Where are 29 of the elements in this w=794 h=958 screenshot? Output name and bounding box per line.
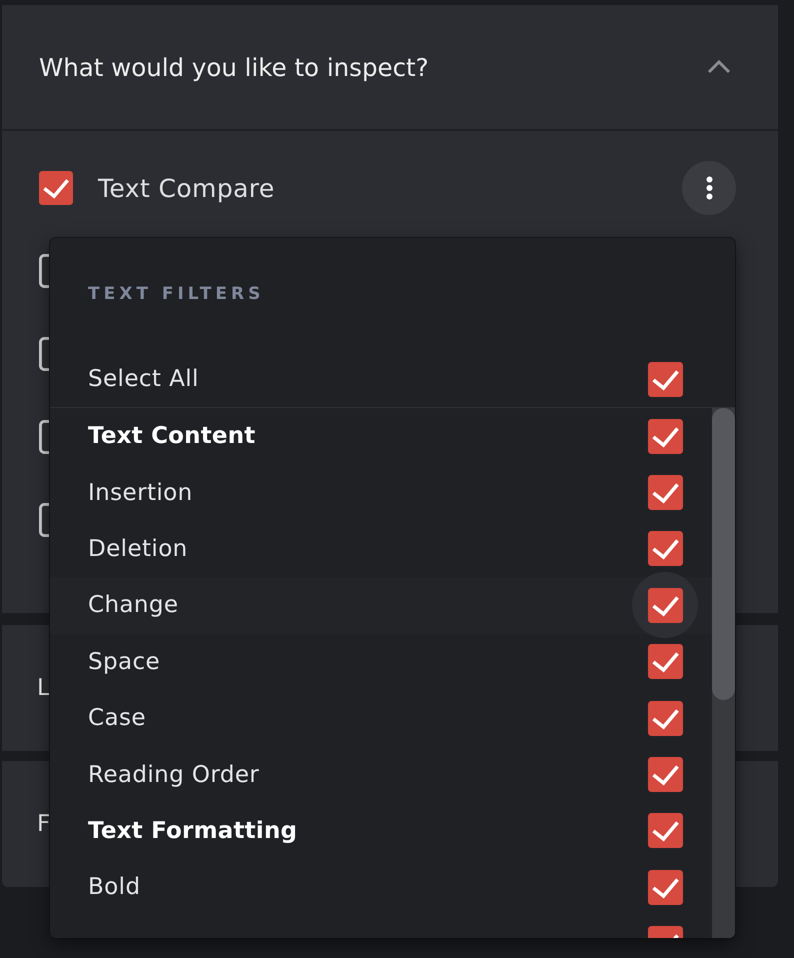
menu-heading: TEXT FILTERS xyxy=(88,283,264,306)
checkbox[interactable] xyxy=(648,531,682,566)
checkbox[interactable] xyxy=(39,171,73,205)
filter-label: Reading Order xyxy=(88,762,260,788)
filter-label: Insertion xyxy=(88,480,193,506)
scrollbar-thumb[interactable] xyxy=(712,408,735,700)
filter-label: Deletion xyxy=(88,536,188,562)
filter-label: Change xyxy=(88,592,178,618)
filter-label: Space xyxy=(88,648,160,675)
checkbox[interactable] xyxy=(648,588,682,623)
checkbox[interactable] xyxy=(648,644,682,680)
select-all-label: Select All xyxy=(88,366,199,392)
checkbox[interactable] xyxy=(648,813,682,848)
filter-label: Case xyxy=(88,705,146,732)
checkbox[interactable] xyxy=(648,757,682,792)
chevron-up-icon[interactable] xyxy=(707,60,731,74)
checkbox[interactable] xyxy=(648,700,682,736)
checkbox[interactable] xyxy=(648,475,682,510)
checkbox[interactable] xyxy=(648,418,682,454)
panel-title: F xyxy=(37,811,50,837)
option-label: Text Compare xyxy=(98,174,275,202)
panel-title: L xyxy=(37,675,50,701)
checkbox[interactable] xyxy=(648,870,682,905)
group-label: Text Content xyxy=(88,423,256,450)
checkbox[interactable] xyxy=(648,362,683,396)
group-label: Text Formatting xyxy=(88,818,298,844)
filter-label: Bold xyxy=(88,874,140,900)
panel-title: What would you like to inspect? xyxy=(39,52,429,82)
more-vertical-icon xyxy=(706,176,712,200)
